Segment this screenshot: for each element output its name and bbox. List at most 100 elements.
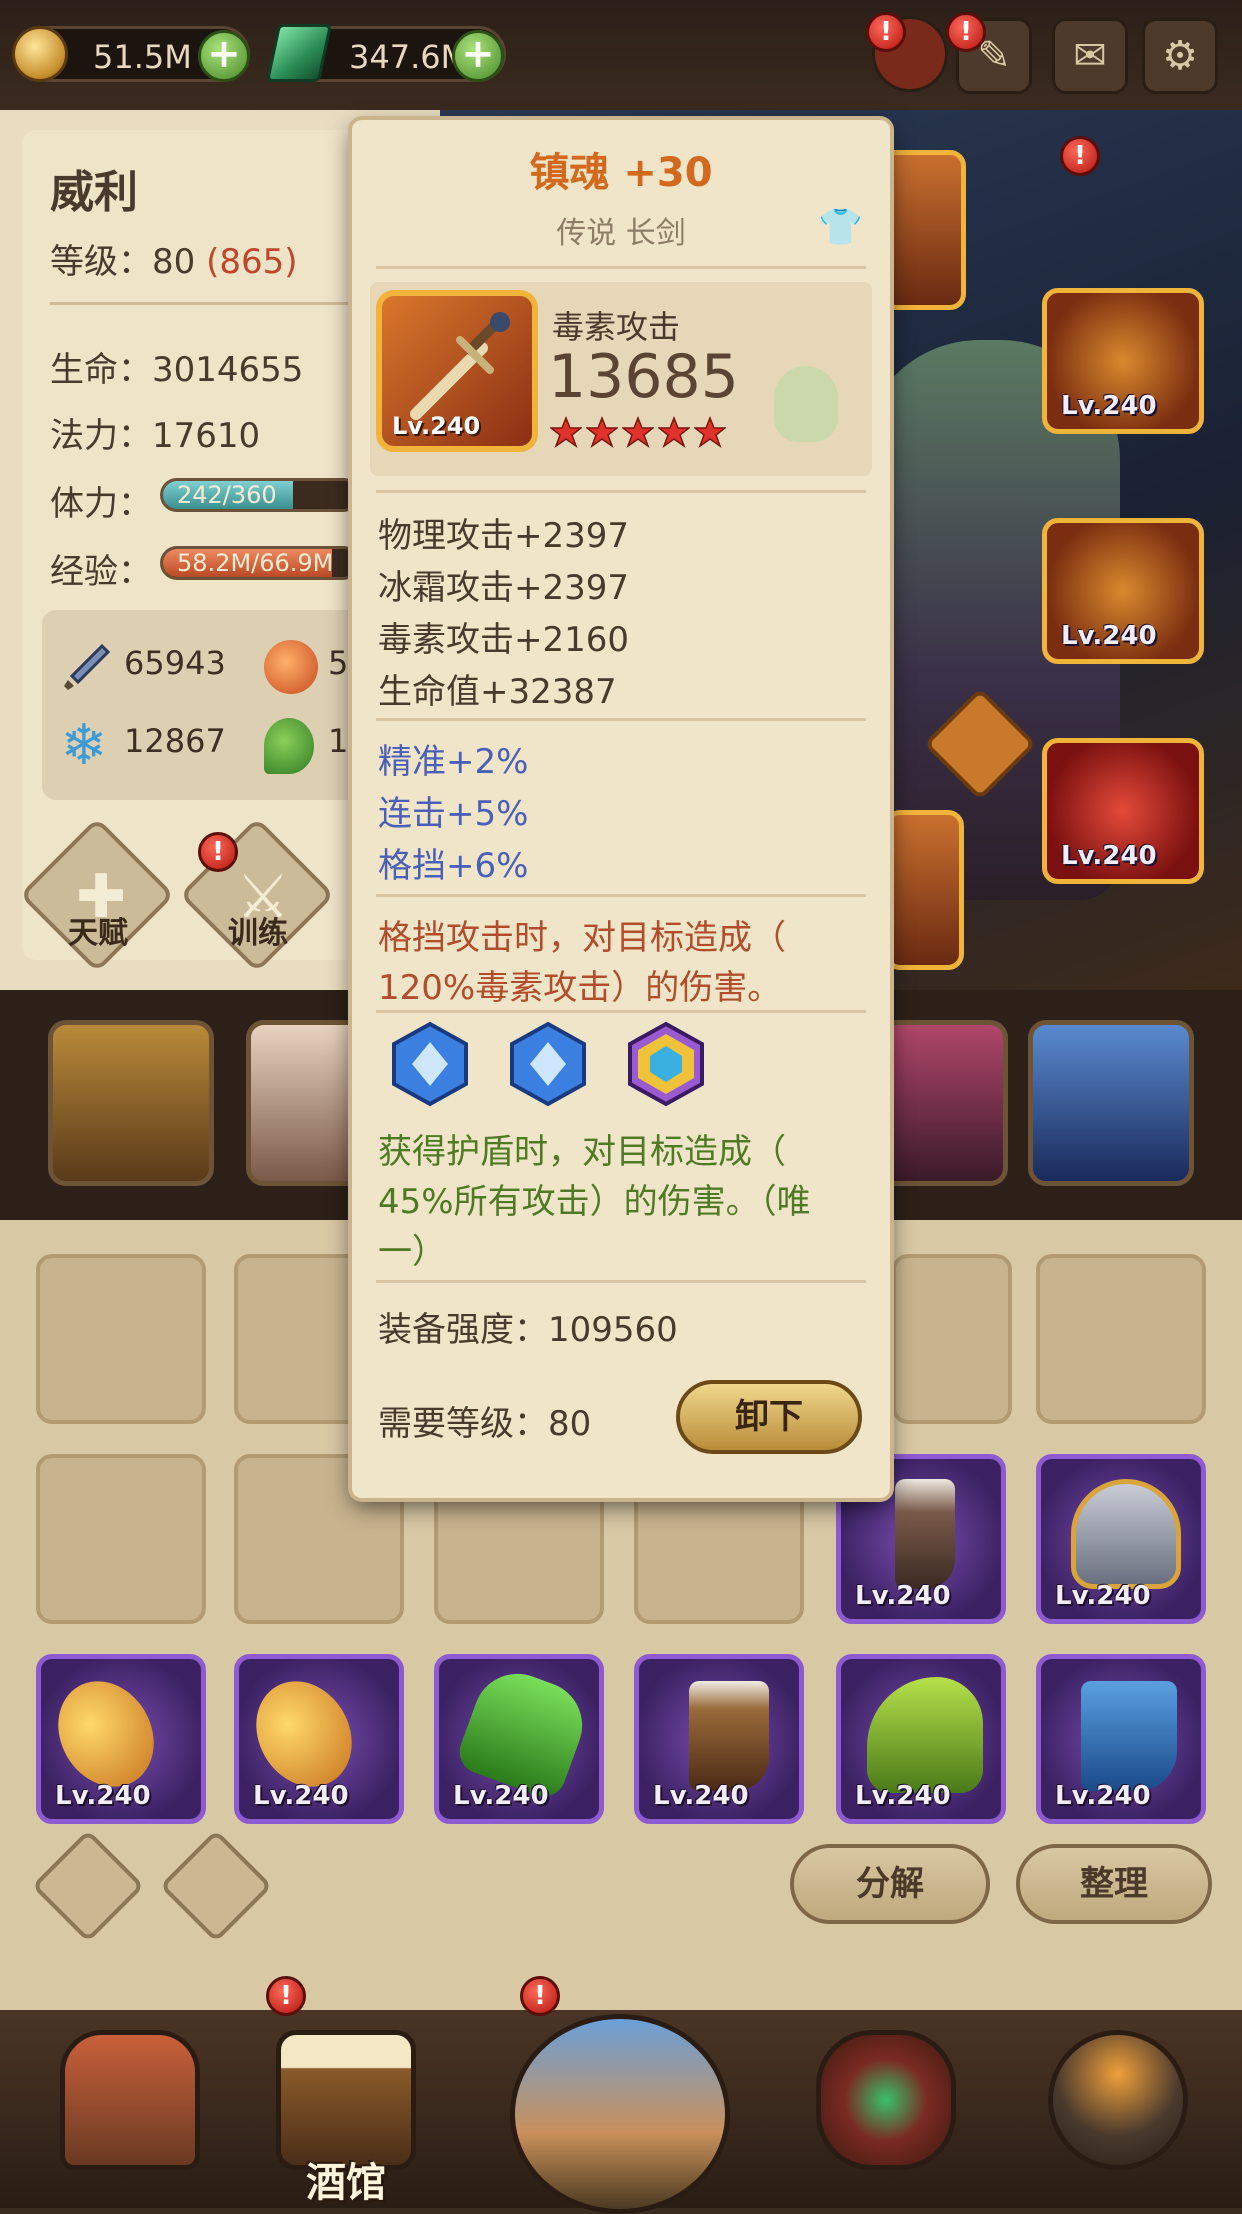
item-level: Lv.240 bbox=[855, 1781, 951, 1811]
sword-icon bbox=[64, 643, 111, 690]
star-icon bbox=[584, 415, 620, 448]
hp-value: 3014655 bbox=[152, 350, 304, 390]
inventory-slot-empty[interactable] bbox=[36, 1454, 206, 1624]
weapon-level: Lv.240 bbox=[392, 412, 481, 440]
main-stat-value: 13685 bbox=[548, 342, 739, 412]
gem-skill-text: 获得护盾时，对目标造成（ bbox=[378, 1132, 786, 1172]
gem-skill-text: 一） bbox=[378, 1232, 446, 1272]
equipped-slot-weapon-edge[interactable] bbox=[880, 150, 966, 310]
hero-hp: 生命：3014655 bbox=[50, 342, 303, 391]
mug-icon bbox=[276, 2030, 416, 2170]
item-power: 装备强度：109560 bbox=[378, 1302, 678, 1351]
add-gold-button[interactable]: + bbox=[198, 30, 250, 82]
item-level: Lv.240 bbox=[253, 1781, 349, 1811]
stat-line: 冰霜攻击+2397 bbox=[378, 568, 630, 608]
cauldron-icon bbox=[1048, 2030, 1188, 2170]
stamina-label: 体力： bbox=[50, 484, 152, 524]
nav-town[interactable] bbox=[30, 2010, 230, 2200]
level-bonus: (865) bbox=[206, 242, 298, 282]
required-level-label: 需要等级： bbox=[378, 1404, 548, 1444]
hero-mp: 法力：17610 bbox=[50, 408, 260, 457]
poison-icon bbox=[264, 718, 314, 774]
inventory-item-boots[interactable]: Lv.240 bbox=[634, 1654, 804, 1824]
inventory-item-gloves[interactable]: Lv.240 bbox=[434, 1654, 604, 1824]
train-label: 训练 bbox=[228, 916, 288, 951]
exp-bar: 58.2M/66.9M bbox=[160, 546, 360, 580]
required-level: 需要等级：80 bbox=[378, 1396, 591, 1445]
nav-tavern[interactable]: 酒馆 bbox=[246, 2010, 446, 2206]
star-icon bbox=[656, 415, 692, 448]
boots-icon bbox=[895, 1479, 955, 1589]
nav-adventure[interactable] bbox=[500, 2010, 740, 2214]
nav-forge[interactable] bbox=[1018, 2010, 1218, 2200]
item-level: Lv.240 bbox=[855, 1581, 951, 1611]
hp-label: 生命： bbox=[50, 350, 152, 390]
required-level-value: 80 bbox=[548, 1404, 592, 1444]
exp-label: 经验： bbox=[50, 552, 152, 592]
star-icon bbox=[548, 415, 584, 448]
gem-skill-text: 45%所有攻击）的伤害。（唯 bbox=[378, 1182, 811, 1222]
item-title: 镇魂 +30 bbox=[529, 150, 713, 196]
equipped-slot-skull-charm[interactable]: Lv.240 bbox=[1042, 738, 1204, 884]
boots-icon bbox=[1081, 1681, 1177, 1791]
equipped-slot-edge[interactable] bbox=[884, 810, 964, 970]
bonus-line: 格挡+6% bbox=[378, 846, 529, 886]
boots-icon bbox=[689, 1681, 769, 1791]
blue-gem-icon bbox=[510, 1021, 586, 1107]
gear-alert-badge: ! bbox=[1060, 136, 1100, 176]
ice-value: 12867 bbox=[124, 722, 226, 760]
inventory-item-seed[interactable]: Lv.240 bbox=[36, 1654, 206, 1824]
mountain-icon bbox=[510, 2014, 730, 2214]
stat-line: 生命值+32387 bbox=[378, 672, 617, 712]
nav-arena[interactable] bbox=[786, 2010, 986, 2200]
level-label: 等级： bbox=[50, 242, 152, 282]
crest-icon bbox=[816, 2030, 956, 2170]
decompose-button[interactable]: 分解 bbox=[790, 1844, 990, 1924]
skill-text: 120%毒素攻击）的伤害。 bbox=[378, 968, 782, 1008]
talent-label: 天赋 bbox=[68, 916, 128, 951]
divider bbox=[376, 490, 866, 493]
equipped-level: Lv.240 bbox=[1061, 391, 1157, 421]
sort-button[interactable]: 整理 bbox=[1016, 1844, 1212, 1924]
equipped-slot-armor[interactable]: Lv.240 bbox=[1042, 518, 1204, 664]
bonus-line: 精准+2% bbox=[378, 742, 529, 782]
bonus-line: 连击+5% bbox=[378, 794, 529, 834]
star-icon bbox=[620, 415, 656, 448]
inventory-item-helmet[interactable]: Lv.240 bbox=[1036, 1454, 1206, 1624]
hero-card[interactable] bbox=[48, 1020, 214, 1186]
item-tooltip: 镇魂 +30 传说 长剑 👕 Lv.240 毒素攻击 13685 物理攻击+23… bbox=[352, 120, 890, 1498]
inventory-slot-empty[interactable] bbox=[892, 1254, 1012, 1424]
stat-line: 物理攻击+2397 bbox=[378, 516, 630, 556]
item-level: Lv.240 bbox=[1055, 1581, 1151, 1611]
top-bar: 51.5M + 347.6M + ! ✎ ! ✉ ⚙ bbox=[0, 0, 1242, 110]
gear-icon[interactable]: ⚙ bbox=[1142, 18, 1218, 94]
hero-level: 等级：80 (865) bbox=[50, 234, 298, 283]
equipped-slot-amulet[interactable]: Lv.240 bbox=[1042, 288, 1204, 434]
inventory-slot-empty[interactable] bbox=[1036, 1254, 1206, 1424]
gold-coin-icon bbox=[12, 26, 68, 82]
tavern-alert-badge: ! bbox=[266, 1976, 306, 2016]
add-gems-button[interactable]: + bbox=[452, 30, 504, 82]
mail-icon[interactable]: ✉ bbox=[1052, 18, 1128, 94]
inventory-item-blue-boots[interactable]: Lv.240 bbox=[1036, 1654, 1206, 1824]
hero-card[interactable] bbox=[1028, 1020, 1194, 1186]
weapon-icon-frame: Lv.240 bbox=[376, 290, 538, 452]
inventory-slot-empty[interactable] bbox=[36, 1254, 206, 1424]
stat-line: 毒素攻击+2160 bbox=[378, 620, 630, 660]
divider bbox=[376, 718, 866, 721]
unequip-button[interactable]: 卸下 bbox=[676, 1380, 862, 1454]
gem-amount: 347.6M bbox=[349, 38, 469, 76]
power-value: 109560 bbox=[548, 1310, 678, 1350]
house-icon bbox=[60, 2030, 200, 2170]
equipped-level: Lv.240 bbox=[1061, 841, 1157, 871]
adventure-alert-badge: ! bbox=[520, 1976, 560, 2016]
shirt-icon: 👕 bbox=[818, 207, 863, 248]
item-level: Lv.240 bbox=[453, 1781, 549, 1811]
item-level: Lv.240 bbox=[55, 1781, 151, 1811]
inventory-item-seed[interactable]: Lv.240 bbox=[234, 1654, 404, 1824]
fire-icon bbox=[264, 640, 318, 694]
rainbow-gem-icon bbox=[628, 1021, 704, 1107]
inventory-item-hood[interactable]: Lv.240 bbox=[836, 1654, 1006, 1824]
tavern-label: 酒馆 bbox=[306, 2160, 386, 2206]
ice-icon: ❄ bbox=[60, 713, 108, 778]
